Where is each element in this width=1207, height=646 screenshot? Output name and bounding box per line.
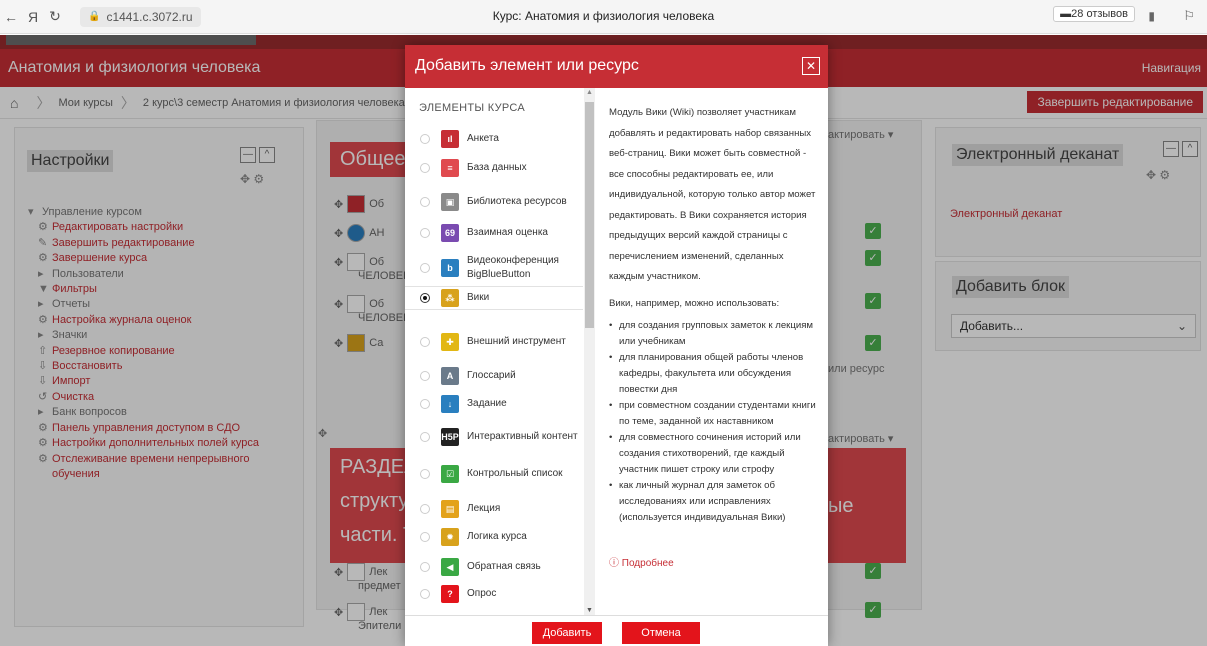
option-radio[interactable] [420, 562, 430, 572]
option-label: Взаимная оценка [467, 227, 548, 238]
scrollbar-thumb[interactable] [585, 102, 594, 328]
scroll-down-icon[interactable]: ▼ [586, 607, 593, 614]
usage-item: для планирования общей работы членов каф… [609, 350, 819, 398]
option-label: База данных [467, 162, 527, 173]
feedback-icon: ◀ [441, 558, 459, 576]
address-bar[interactable]: 🔒 c1441.c.3072.ru [80, 6, 201, 27]
wiki-icon: ⁂ [441, 289, 459, 307]
activity-description: Модуль Вики (Wiki) позволяет участникам … [609, 103, 819, 526]
bigbluebutton-icon: b [441, 259, 459, 277]
add-button[interactable]: Добавить [532, 622, 602, 644]
option-radio[interactable] [420, 432, 430, 442]
survey-icon: ıl [441, 130, 459, 148]
activity-options-list: ЭЛЕМЕНТЫ КУРСА ıl Анкета ≡ База данных ▣ Библ… [405, 88, 595, 615]
option-label: Библиотека ресурсов [467, 196, 567, 207]
usage-list: для создания групповых заметок к лекциям… [609, 318, 819, 526]
options-scrollbar[interactable]: ▲ ▼ [584, 88, 595, 615]
activity-option[interactable]: ↓ Задание [405, 392, 583, 416]
option-radio[interactable] [420, 399, 430, 409]
option-radio[interactable] [420, 197, 430, 207]
option-label: Видеоконференция BigBlueButton [467, 255, 559, 280]
option-label: Задание [467, 398, 507, 409]
option-label: Лекция [467, 503, 501, 514]
h5p-icon: H5P [441, 428, 459, 446]
description-usage-intro: Вики, например, можно использовать: [609, 297, 780, 309]
glossary-icon: A [441, 367, 459, 385]
usage-item: при совместном создании студентами книги… [609, 398, 819, 430]
usage-item: как личный журнал для заметок об исследо… [609, 478, 819, 526]
option-radio[interactable] [420, 371, 430, 381]
activity-option[interactable]: ✹ Логика курса [405, 525, 583, 549]
profile-icon[interactable]: ⚐ [1183, 8, 1195, 24]
checklist-icon: ☑ [441, 465, 459, 483]
option-radio[interactable] [420, 228, 430, 238]
add-activity-modal: Добавить элемент или ресурс ✕ ЭЛЕМЕНТЫ К… [405, 45, 828, 646]
option-label: Контрольный список [467, 468, 563, 479]
bookmark-icon[interactable]: ▮ [1148, 9, 1155, 23]
option-radio[interactable] [420, 532, 430, 542]
lti-icon: ✚ [441, 333, 459, 351]
activity-option[interactable]: ıl Анкета [405, 127, 583, 151]
modal-footer: Добавить Отмена [405, 615, 828, 646]
usage-item: для совместного сочинения историй или со… [609, 430, 819, 478]
activity-option[interactable]: ≡ База данных [405, 156, 583, 180]
activity-option[interactable]: ▣ Библиотека ресурсов [405, 186, 583, 218]
back-button[interactable]: ← [0, 9, 22, 25]
option-radio[interactable] [420, 337, 430, 347]
option-label: Внешний инструмент [467, 336, 566, 347]
activity-option[interactable]: A Глоссарий [405, 364, 583, 388]
database-icon: ≡ [441, 159, 459, 177]
cancel-button[interactable]: Отмена [622, 622, 700, 644]
option-radio[interactable] [420, 163, 430, 173]
more-info-link[interactable]: ⓘ Подробнее [609, 554, 674, 569]
browser-toolbar: ← Я ↻ 🔒 c1441.c.3072.ru Курс: Анатомия и… [0, 0, 1207, 34]
activity-option[interactable]: H5P Интерактивный контент [405, 421, 583, 453]
yandex-icon[interactable]: Я [22, 9, 44, 25]
reviews-text: 28 отзывов [1071, 8, 1128, 20]
close-icon[interactable]: ✕ [802, 57, 820, 75]
activity-option[interactable]: b Видеоконференция BigBlueButton [405, 252, 583, 284]
activity-option[interactable]: ✚ Внешний инструмент [405, 326, 583, 358]
option-label: Логика курса [467, 531, 527, 542]
usage-item: для создания групповых заметок к лекциям… [609, 318, 819, 350]
modal-title: Добавить элемент или ресурс [415, 57, 639, 74]
library-icon: ▣ [441, 193, 459, 211]
reviews-badge[interactable]: ▬28 отзывов [1053, 6, 1135, 22]
activity-option[interactable]: ▤ Лекция [405, 497, 583, 521]
workshop-icon: 69 [441, 224, 459, 242]
assignment-icon: ↓ [441, 395, 459, 413]
modal-header: Добавить элемент или ресурс ✕ [405, 45, 828, 88]
option-radio[interactable] [420, 134, 430, 144]
options-section-header: ЭЛЕМЕНТЫ КУРСА [419, 102, 526, 114]
choice-icon: ? [441, 585, 459, 603]
activity-option[interactable]: ? Опрос [405, 582, 583, 606]
option-label: Обратная связь [467, 561, 541, 572]
lesson-icon: ▤ [441, 500, 459, 518]
activity-option[interactable]: ☑ Контрольный список [405, 458, 583, 490]
option-radio[interactable] [420, 263, 430, 273]
activity-option[interactable]: ◀ Обратная связь [405, 555, 583, 579]
option-label: Анкета [467, 133, 499, 144]
activity-option[interactable]: ⁂ Вики [405, 286, 583, 310]
gear-icon: ✹ [441, 528, 459, 546]
option-radio[interactable] [420, 293, 430, 303]
url-text: c1441.c.3072.ru [106, 9, 193, 24]
option-radio[interactable] [420, 469, 430, 479]
activity-option[interactable]: 69 Взаимная оценка [405, 221, 583, 245]
scroll-up-icon[interactable]: ▲ [586, 89, 593, 96]
option-label: Глоссарий [467, 370, 516, 381]
info-icon: ⓘ [609, 558, 619, 569]
description-intro: Модуль Вики (Wiki) позволяет участникам … [609, 107, 816, 282]
reviews-icon: ▬ [1060, 8, 1072, 20]
lock-icon: 🔒 [88, 11, 101, 22]
option-label: Опрос [467, 588, 497, 599]
option-label: Интерактивный контент [467, 431, 578, 442]
reload-button[interactable]: ↻ [44, 8, 66, 25]
option-radio[interactable] [420, 504, 430, 514]
option-radio[interactable] [420, 589, 430, 599]
option-label: Вики [467, 292, 490, 303]
